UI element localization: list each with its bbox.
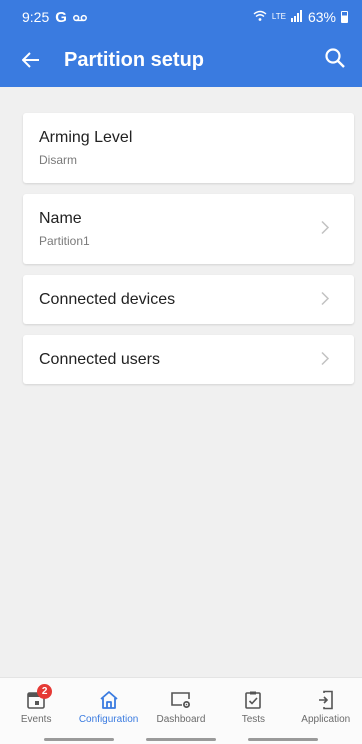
chevron-right-icon (321, 219, 330, 240)
phone-login-icon (318, 690, 333, 710)
arming-level-label: Arming Level (39, 129, 133, 146)
arming-level-value: Disarm (39, 153, 77, 167)
clock: 9:25 (22, 9, 50, 25)
name-item[interactable]: Name Partition1 (23, 194, 354, 264)
google-icon: G (55, 8, 67, 26)
nav-application[interactable]: Application (290, 690, 362, 725)
signal-icon (290, 9, 303, 25)
chevron-right-icon (321, 349, 330, 370)
arrow-left-icon (21, 51, 39, 68)
connected-devices-item[interactable]: Connected devices (23, 275, 354, 324)
chevron-right-icon (321, 289, 330, 310)
monitor-gear-icon (171, 692, 190, 708)
connected-users-item[interactable]: Connected users (23, 335, 354, 384)
nav-application-label: Application (301, 714, 351, 725)
connected-users-label: Connected users (39, 350, 160, 368)
search-button[interactable] (324, 47, 346, 74)
wifi-icon (253, 9, 267, 25)
bottom-navigation: 2 Events Configuration Dashboard Tests A… (0, 677, 362, 744)
nav-events-label: Events (20, 714, 52, 725)
events-badge: 2 (37, 684, 53, 699)
connected-devices-label: Connected devices (39, 290, 176, 308)
nav-configuration[interactable]: Configuration (73, 690, 145, 725)
battery-icon (341, 11, 348, 23)
name-label: Name (39, 210, 82, 227)
top-bar: 9:25 G LTE 63% Partition setup (0, 0, 362, 87)
battery-level: 63% (307, 9, 336, 25)
nav-dashboard[interactable]: Dashboard (145, 690, 217, 725)
name-value: Partition1 (39, 234, 90, 248)
nav-configuration-label: Configuration (78, 714, 139, 725)
status-bar: 9:25 G LTE 63% (0, 0, 362, 34)
gesture-bar (0, 738, 362, 741)
arming-level-item[interactable]: Arming Level Disarm (23, 113, 354, 183)
nav-events[interactable]: 2 Events (0, 684, 72, 725)
search-icon (325, 48, 345, 68)
page-title: Partition setup (64, 49, 205, 71)
settings-list: Arming Level Disarm Name Partition1 Conn… (0, 87, 362, 384)
nav-tests[interactable]: Tests (217, 690, 289, 725)
clipboard-check-icon (245, 691, 262, 709)
screen: 9:25 G LTE 63% Partition setup Arming Le… (0, 0, 362, 744)
app-bar: Partition setup (0, 34, 362, 87)
nav-tests-label: Tests (241, 714, 266, 725)
back-button[interactable] (21, 48, 52, 74)
lte-indicator: LTE (271, 12, 286, 21)
voicemail-icon (72, 10, 87, 25)
nav-dashboard-label: Dashboard (156, 714, 206, 725)
home-icon (99, 691, 118, 709)
